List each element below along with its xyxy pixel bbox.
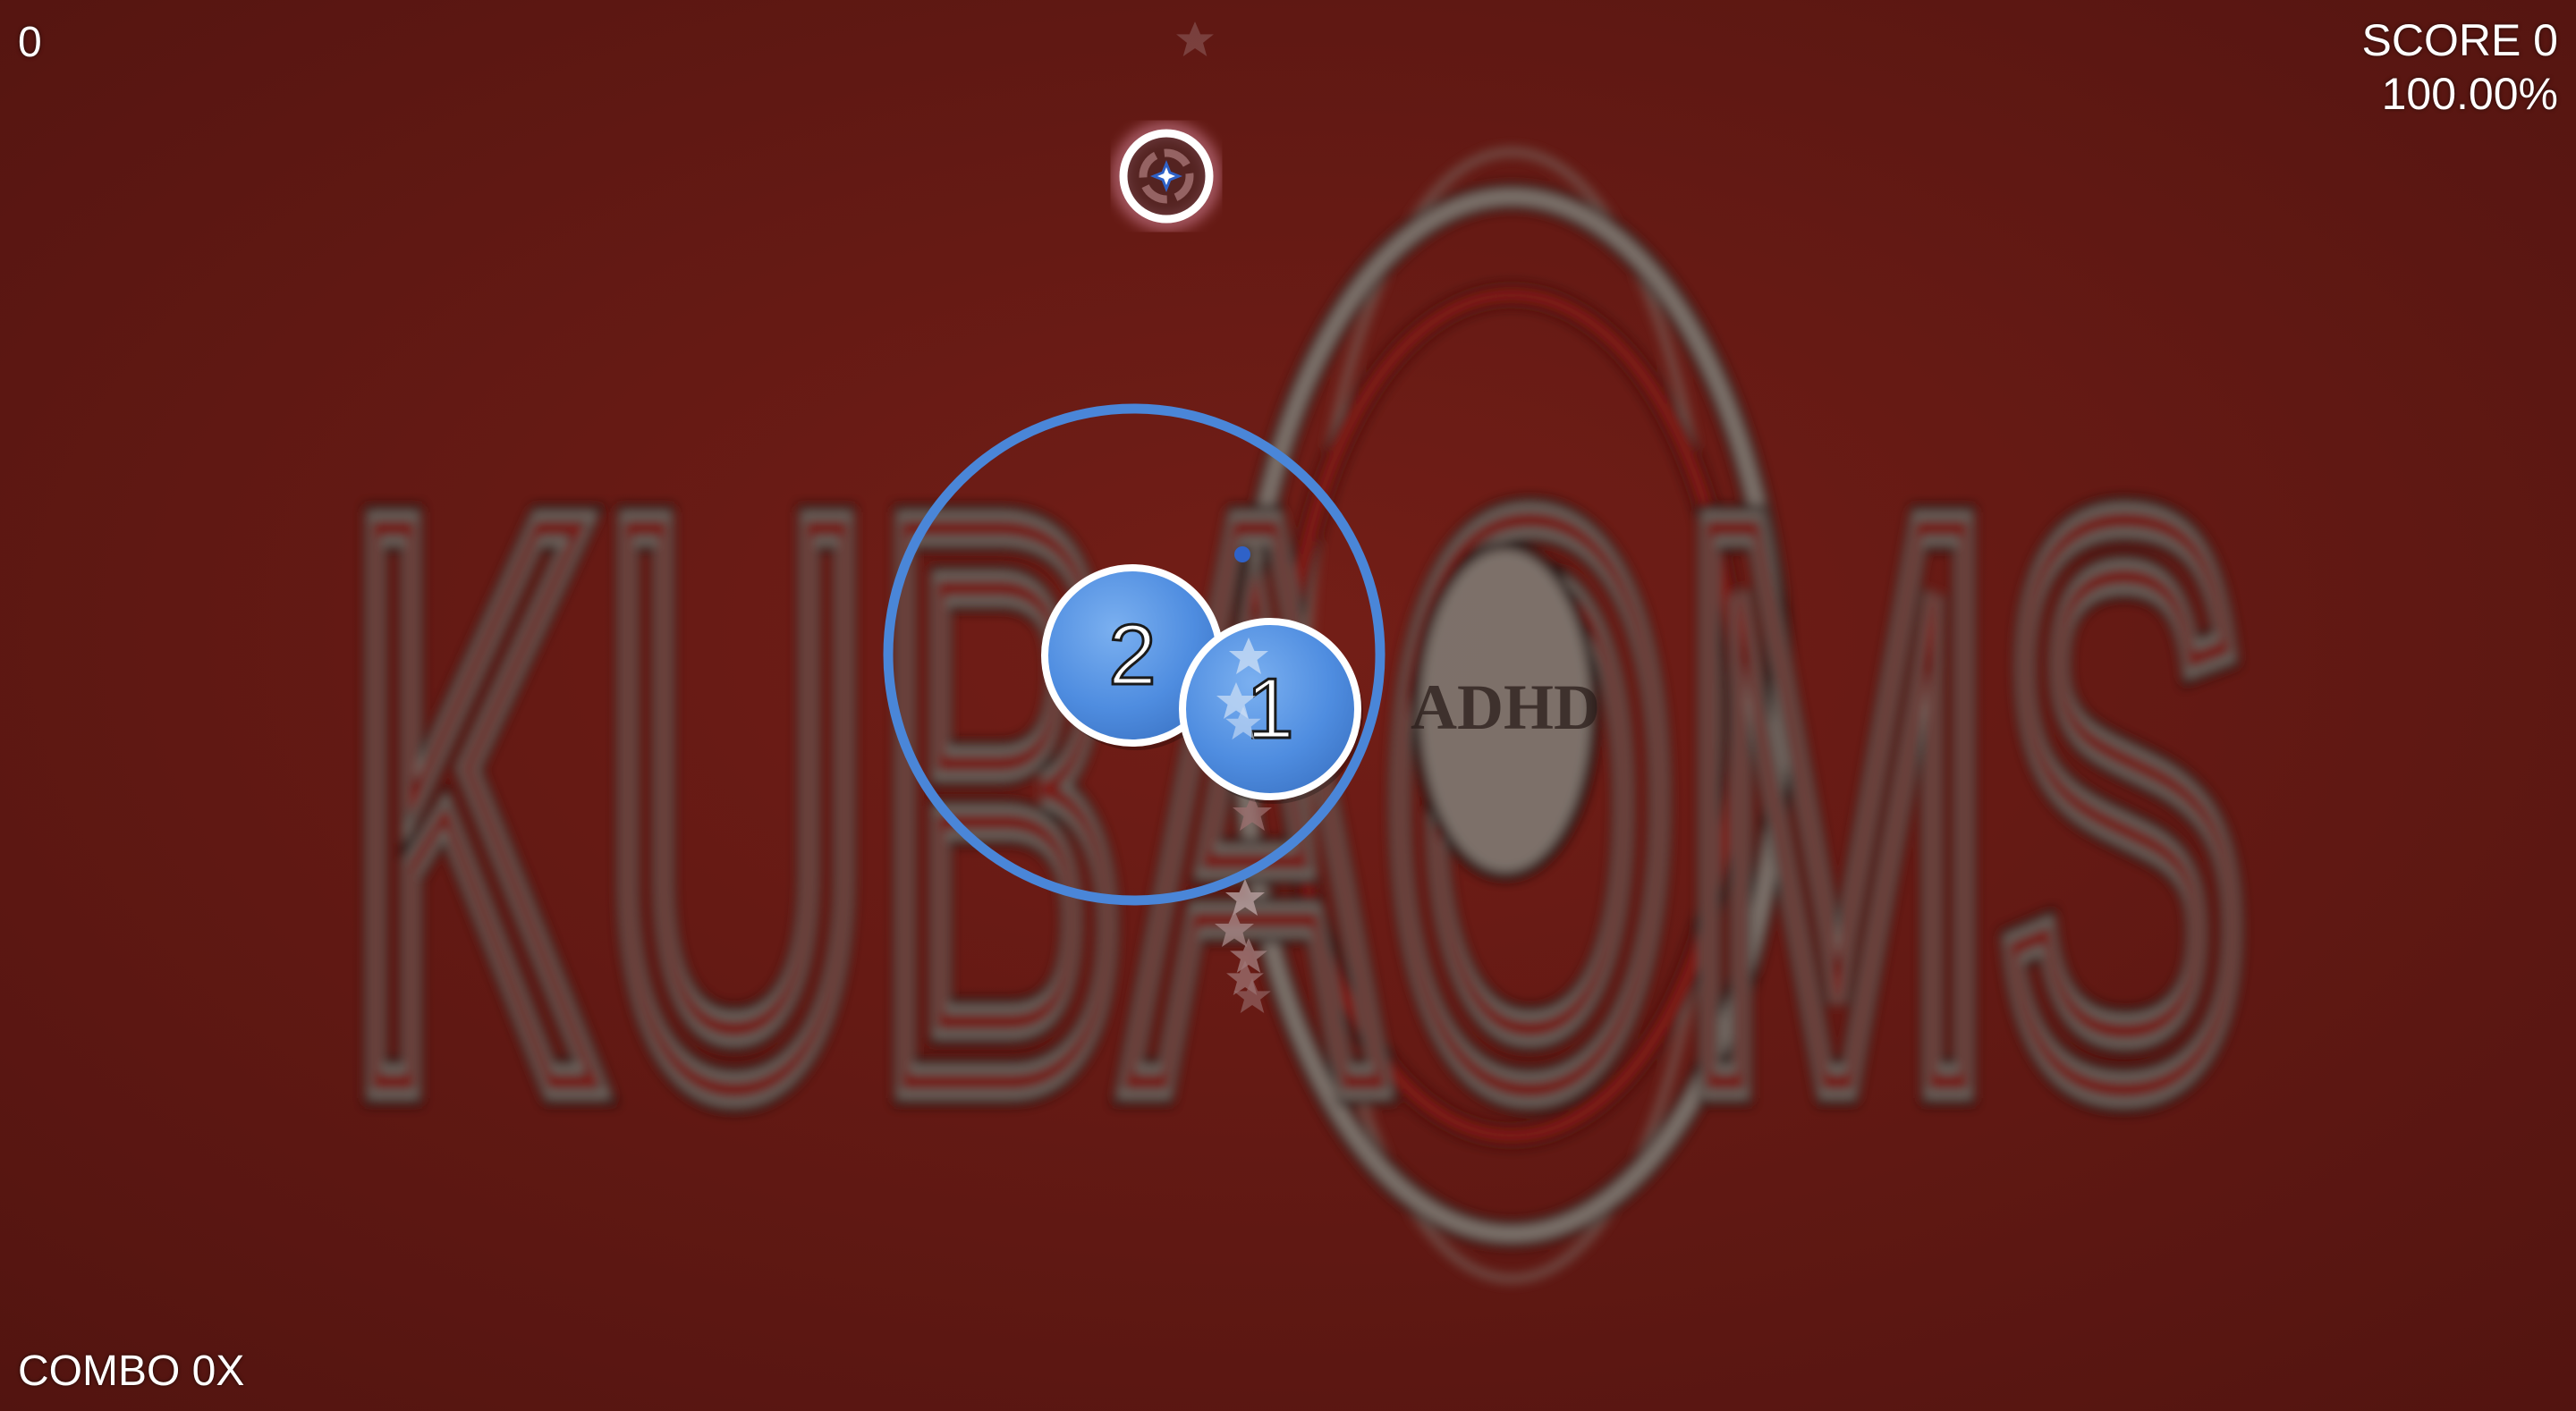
accuracy-display: 100.00%: [2381, 69, 2558, 119]
playfield[interactable]: KUBAOMS KUBAOMS KUBAOMS KUBAOMS ADHD 2 1: [0, 0, 2576, 1411]
hit-circle-number: 2: [1108, 607, 1156, 703]
combo-counter: COMBO 0X: [18, 1348, 245, 1395]
follow-point: [1234, 546, 1250, 562]
score-display: SCORE 0: [2361, 15, 2558, 65]
cursor: [1113, 123, 1220, 230]
hit-counter: 0: [18, 19, 42, 66]
svg-text:KUBAOMS: KUBAOMS: [344, 353, 2250, 1253]
background-badge-text: ADHD: [1411, 672, 1600, 743]
hit-circle-number: 1: [1246, 661, 1293, 756]
hit-circle-1[interactable]: 1: [1179, 618, 1363, 804]
